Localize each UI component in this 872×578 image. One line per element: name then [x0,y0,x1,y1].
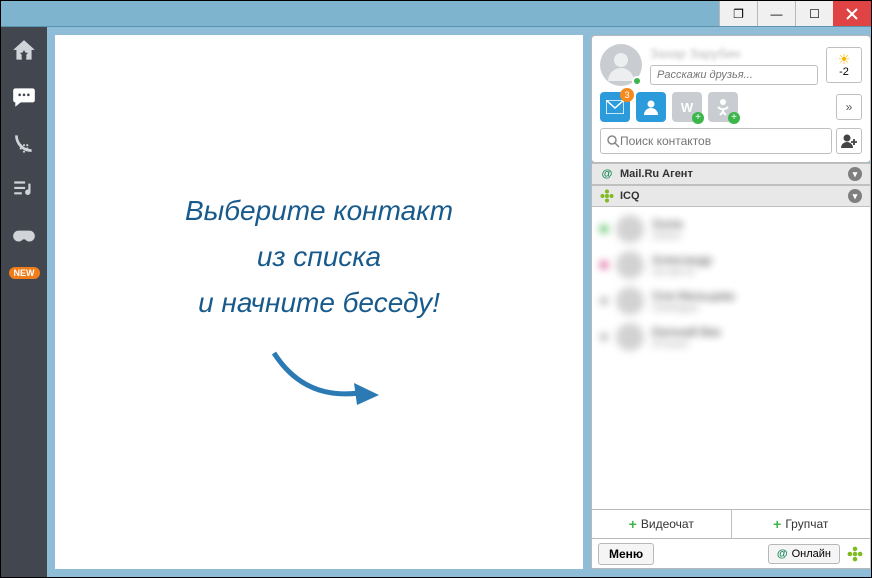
person-icon [642,98,660,116]
window-controls: ❐ — ☐ [719,1,871,26]
at-icon: @ [777,548,788,560]
sidebar-music[interactable] [10,175,38,203]
chat-icon [11,84,37,110]
username: Захар Зарубин [650,46,818,61]
weather-temp: -2 [839,66,849,78]
group-icq[interactable]: ICQ ▾ [592,185,870,207]
videochat-button[interactable]: +Видеочат [592,510,732,538]
profile-row: Захар Зарубин ☀ -2 [600,44,862,86]
envelope-icon [606,100,624,114]
sidebar-games[interactable] [10,221,38,249]
cascade-button[interactable]: ❐ [719,1,757,26]
bottom-row: Меню @ Онлайн [591,539,871,569]
weather-widget[interactable]: ☀ -2 [826,47,862,83]
search-icon [607,135,620,148]
icq-status-icon[interactable] [846,545,864,563]
main-area: Выберите контакт из списка и начните бес… [47,27,871,577]
mailru-at-icon: @ [600,167,614,181]
icq-flower-icon [600,189,614,203]
sidebar-chat[interactable] [10,83,38,111]
hint-line1: Выберите контакт [185,195,453,226]
weather-icon: ☀ [838,52,851,66]
app-window: ❐ — ☐ NEW [0,0,872,578]
avatar[interactable] [600,44,642,86]
home-star-icon [11,38,37,64]
profile-card: Захар Зарубин ☀ -2 3 [591,35,871,163]
phone-dial-icon [11,130,37,156]
chevron-down-icon: ▾ [848,167,862,181]
sidebar: NEW [1,27,47,577]
chat-buttons-row: +Видеочат +Групчат [591,510,871,539]
add-plus-icon: + [692,112,704,124]
contact-item[interactable]: АлександрНа месте [592,247,870,283]
plus-icon: + [773,516,781,532]
contact-item[interactable]: Евгений ВикОтошел [592,319,870,355]
online-label: Онлайн [792,548,831,560]
right-panel: Захар Зарубин ☀ -2 3 [591,35,871,569]
playlist-music-icon [11,176,37,202]
plus-icon: + [629,516,637,532]
contact-item[interactable]: SoniaOnline [592,211,870,247]
contacts-blurred: SoniaOnline АлександрНа месте Оля Мальце… [592,207,870,509]
mail-badge: 3 [620,88,634,102]
ok-icon[interactable]: + [708,92,738,122]
sidebar-phone[interactable] [10,129,38,157]
group-mailru[interactable]: @ Mail.Ru Агент ▾ [592,163,870,185]
chevron-down-icon: ▾ [848,189,862,203]
maximize-button[interactable]: ☐ [795,1,833,26]
vk-icon[interactable]: W + [672,92,702,122]
contact-item[interactable]: Оля МальцеваСвободна [592,283,870,319]
gamepad-icon [11,222,37,248]
titlebar: ❐ — ☐ [1,1,871,27]
status-dot-icon [632,76,642,86]
empty-chat-canvas: Выберите контакт из списка и начните бес… [55,35,583,569]
add-person-icon [840,133,858,149]
hint-line3: и начните беседу! [198,287,440,318]
minimize-button[interactable]: — [757,1,795,26]
close-icon [846,8,858,20]
menu-button[interactable]: Меню [598,543,654,565]
contact-list: @ Mail.Ru Агент ▾ ICQ ▾ SoniaOnline Алек… [591,163,871,510]
hint-line2: из списка [257,241,381,272]
add-contact-button[interactable] [836,128,862,154]
groupchat-button[interactable]: +Групчат [732,510,871,538]
ok-glyph-icon [716,98,730,116]
group-label: ICQ [620,190,640,202]
sidebar-home[interactable] [10,37,38,65]
moymir-icon[interactable] [636,92,666,122]
status-input[interactable] [650,65,818,85]
network-row: 3 W + + » [600,92,862,122]
add-plus-icon: + [728,112,740,124]
new-badge: NEW [9,267,40,279]
app-body: NEW Выберите контакт из списка и начните… [1,27,871,577]
hint-text: Выберите контакт из списка и начните бес… [185,189,453,326]
search-box[interactable] [600,128,832,154]
online-status-button[interactable]: @ Онлайн [768,544,840,564]
expand-networks-button[interactable]: » [836,94,862,120]
group-label: Mail.Ru Агент [620,168,693,180]
search-input[interactable] [620,134,825,148]
search-row [600,128,862,154]
arrow-icon [254,345,384,415]
close-button[interactable] [833,1,871,26]
mail-icon[interactable]: 3 [600,92,630,122]
